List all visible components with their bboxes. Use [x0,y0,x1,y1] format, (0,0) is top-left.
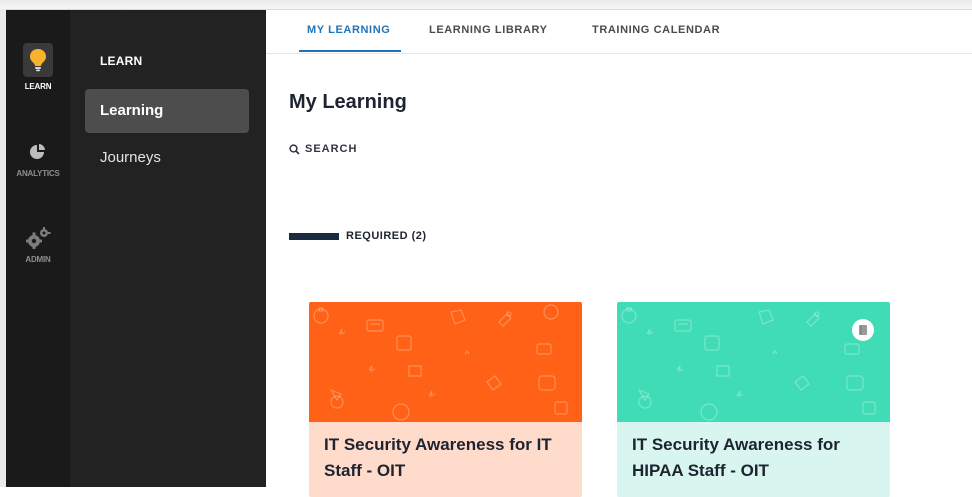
nav-item-journeys[interactable]: Journeys [85,136,249,180]
window-frame-top [0,0,972,10]
active-tab-indicator [299,50,401,52]
course-card-body: IT Security Awareness for HIPAA Staff - … [617,422,890,497]
course-card-banner [617,302,890,422]
search-label: SEARCH [305,143,358,155]
main-content: MY LEARNING LEARNING LIBRARY TRAINING CA… [266,10,972,497]
secondary-nav-title: LEARN [100,54,143,68]
nav-item-learning[interactable]: Learning [85,89,249,133]
search-icon [289,143,300,155]
course-type-badge [852,319,874,341]
course-card-banner [309,302,582,422]
gears-icon [25,224,51,252]
book-icon [859,325,867,335]
rail-item-admin[interactable]: ADMIN [6,224,70,264]
tab-training-calendar[interactable]: TRAINING CALENDAR [592,24,720,36]
secondary-nav: LEARN Learning Journeys [70,10,266,487]
rail-item-analytics[interactable]: ANALYTICS [6,138,70,178]
pattern-icon [313,304,568,421]
pie-chart-icon [25,138,51,166]
course-title: IT Security Awareness for IT Staff - OIT [324,435,552,480]
course-card[interactable]: IT Security Awareness for HIPAA Staff - … [617,302,890,497]
tab-bar: MY LEARNING LEARNING LIBRARY TRAINING CA… [266,10,972,54]
page-title: My Learning [289,91,407,113]
section-label: REQUIRED (2) [346,230,427,242]
rail-label-learn: LEARN [24,82,52,91]
section-header-required: REQUIRED (2) [289,230,427,242]
rail-item-learn[interactable]: LEARN [6,43,70,91]
search-button[interactable]: SEARCH [289,141,357,157]
course-title: IT Security Awareness for HIPAA Staff - … [632,435,840,480]
tab-my-learning[interactable]: MY LEARNING [307,24,390,36]
tab-learning-library[interactable]: LEARNING LIBRARY [429,24,548,36]
course-card[interactable]: IT Security Awareness for IT Staff - OIT [309,302,582,497]
lightbulb-icon [23,43,53,77]
rail-label-analytics: ANALYTICS [16,169,60,178]
section-marker [289,232,339,240]
pattern-icon [621,307,876,421]
course-card-body: IT Security Awareness for IT Staff - OIT [309,422,582,497]
icon-rail: LEARN ANALYTICS ADMIN [6,10,70,487]
rail-label-admin: ADMIN [25,255,51,264]
